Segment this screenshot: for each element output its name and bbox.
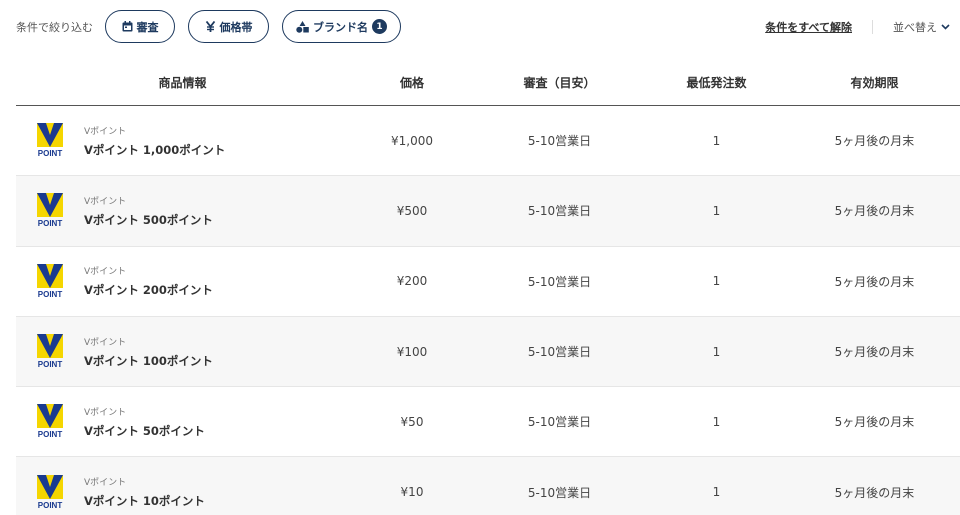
header-review: 審査（目安） — [523, 76, 596, 90]
sort-label: 並べ替え — [893, 20, 937, 34]
divider — [872, 19, 873, 34]
shapes-icon — [296, 20, 309, 33]
header-product-info: 商品情報 — [158, 76, 207, 90]
table-row[interactable]: POINT Vポイント Vポイント 500ポイント ¥500 5-10営業日 1… — [16, 176, 960, 247]
product-text: Vポイント Vポイント 50ポイント — [84, 405, 205, 439]
price-cell: ¥100 — [396, 344, 428, 359]
price-cell: ¥50 — [400, 414, 424, 429]
vpoint-logo: POINT — [37, 334, 63, 369]
brand-filter-button[interactable]: ブランド名 1 — [282, 10, 401, 43]
min-order-cell: 1 — [712, 133, 721, 148]
product-text: Vポイント Vポイント 1,000ポイント — [84, 124, 225, 158]
header-expiry: 有効期限 — [850, 76, 899, 90]
vpoint-logo: POINT — [37, 123, 63, 158]
table-row[interactable]: POINT Vポイント Vポイント 200ポイント ¥200 5-10営業日 1… — [16, 247, 960, 317]
expiry-cell: 5ヶ月後の月末 — [834, 134, 915, 149]
review-cell: 5-10営業日 — [527, 485, 592, 500]
min-order-cell: 1 — [712, 274, 721, 289]
expiry-cell: 5ヶ月後の月末 — [834, 345, 915, 360]
table-row[interactable]: POINT Vポイント Vポイント 100ポイント ¥100 5-10営業日 1… — [16, 316, 960, 388]
review-cell: 5-10営業日 — [527, 415, 592, 430]
price-cell: ¥200 — [396, 274, 428, 289]
table-row[interactable]: POINT Vポイント Vポイント 1,000ポイント ¥1,000 5-10営… — [16, 106, 960, 177]
brand-name: Vポイント — [84, 196, 127, 207]
price-cell: ¥10 — [400, 485, 424, 500]
product-text: Vポイント Vポイント 200ポイント — [84, 264, 213, 298]
expiry-cell: 5ヶ月後の月末 — [834, 204, 915, 219]
product-info-cell: POINT Vポイント Vポイント 1,000ポイント — [16, 123, 349, 158]
review-cell: 5-10営業日 — [527, 134, 592, 149]
logo-text: POINT — [38, 219, 63, 228]
product-name: Vポイント 1,000ポイント — [84, 142, 226, 157]
sort-dropdown[interactable]: 並べ替え — [893, 19, 950, 35]
product-name: Vポイント 10ポイント — [84, 494, 205, 509]
min-order-cell: 1 — [712, 485, 721, 500]
table-row[interactable]: POINT Vポイント Vポイント 50ポイント ¥50 5-10営業日 1 5… — [16, 387, 960, 458]
logo-text: POINT — [38, 430, 63, 439]
filter-label: 条件で絞り込む — [16, 20, 93, 34]
brand-name: Vポイント — [84, 126, 127, 137]
product-info-cell: POINT Vポイント Vポイント 10ポイント — [16, 474, 349, 510]
filter-bar: 条件で絞り込む 審査 価格帯 ブランド名 1 条件をすべて解除 並べ替え — [16, 10, 950, 43]
review-cell: 5-10営業日 — [527, 204, 592, 219]
vpoint-logo: POINT — [37, 474, 63, 510]
chevron-down-icon — [941, 23, 950, 30]
product-info-cell: POINT Vポイント Vポイント 200ポイント — [16, 263, 349, 299]
product-info-cell: POINT Vポイント Vポイント 100ポイント — [16, 334, 349, 369]
product-info-cell: POINT Vポイント Vポイント 500ポイント — [16, 193, 349, 228]
review-cell: 5-10営業日 — [527, 345, 592, 360]
price-filter-label: 価格帯 — [219, 20, 253, 34]
calendar-icon — [122, 21, 133, 32]
page: 条件で絞り込む 審査 価格帯 ブランド名 1 条件をすべて解除 並べ替え 商品情… — [0, 0, 960, 515]
product-name: Vポイント 100ポイント — [84, 353, 213, 368]
review-filter-label: 審査 — [136, 20, 159, 34]
brand-name: Vポイント — [84, 407, 127, 418]
price-cell: ¥1,000 — [391, 133, 433, 148]
review-filter-button[interactable]: 審査 — [105, 10, 175, 43]
brand-filter-label: ブランド名 — [313, 20, 368, 34]
brand-name: Vポイント — [84, 267, 127, 278]
min-order-cell: 1 — [712, 344, 721, 359]
min-order-cell: 1 — [712, 414, 721, 429]
header-price: 価格 — [399, 76, 424, 90]
vpoint-logo: POINT — [37, 404, 63, 439]
table-row[interactable]: POINT Vポイント Vポイント 10ポイント ¥10 5-10営業日 1 5… — [16, 457, 960, 515]
expiry-cell: 5ヶ月後の月末 — [834, 415, 915, 430]
clear-all-filters-link[interactable]: 条件をすべて解除 — [765, 19, 852, 35]
brand-name: Vポイント — [84, 337, 127, 348]
expiry-cell: 5ヶ月後の月末 — [834, 485, 915, 500]
logo-text: POINT — [38, 501, 63, 510]
expiry-cell: 5ヶ月後の月末 — [834, 274, 915, 289]
yen-icon — [205, 21, 216, 32]
brand-name: Vポイント — [84, 478, 127, 489]
product-info-cell: POINT Vポイント Vポイント 50ポイント — [16, 404, 349, 439]
header-min-order: 最低発注数 — [686, 76, 747, 90]
product-name: Vポイント 200ポイント — [84, 283, 213, 298]
brand-filter-count-badge: 1 — [372, 19, 387, 34]
table-header: 商品情報 価格 審査（目安） 最低発注数 有効期限 — [16, 60, 960, 106]
vpoint-logo: POINT — [37, 263, 63, 299]
filter-actions: 条件をすべて解除 並べ替え — [765, 19, 950, 35]
logo-text: POINT — [38, 360, 63, 369]
logo-text: POINT — [38, 149, 63, 158]
product-name: Vポイント 500ポイント — [84, 212, 213, 227]
min-order-cell: 1 — [712, 203, 721, 218]
product-text: Vポイント Vポイント 100ポイント — [84, 335, 213, 369]
product-table: 商品情報 価格 審査（目安） 最低発注数 有効期限 POINT Vポイント Vポ… — [16, 60, 960, 515]
price-cell: ¥500 — [396, 203, 428, 218]
review-cell: 5-10営業日 — [527, 274, 592, 289]
product-name: Vポイント 50ポイント — [84, 423, 205, 438]
price-filter-button[interactable]: 価格帯 — [188, 10, 269, 43]
product-text: Vポイント Vポイント 500ポイント — [84, 194, 213, 228]
table-body: POINT Vポイント Vポイント 1,000ポイント ¥1,000 5-10営… — [16, 106, 960, 515]
vpoint-logo: POINT — [37, 193, 63, 228]
logo-text: POINT — [38, 290, 63, 299]
product-text: Vポイント Vポイント 10ポイント — [84, 475, 205, 509]
